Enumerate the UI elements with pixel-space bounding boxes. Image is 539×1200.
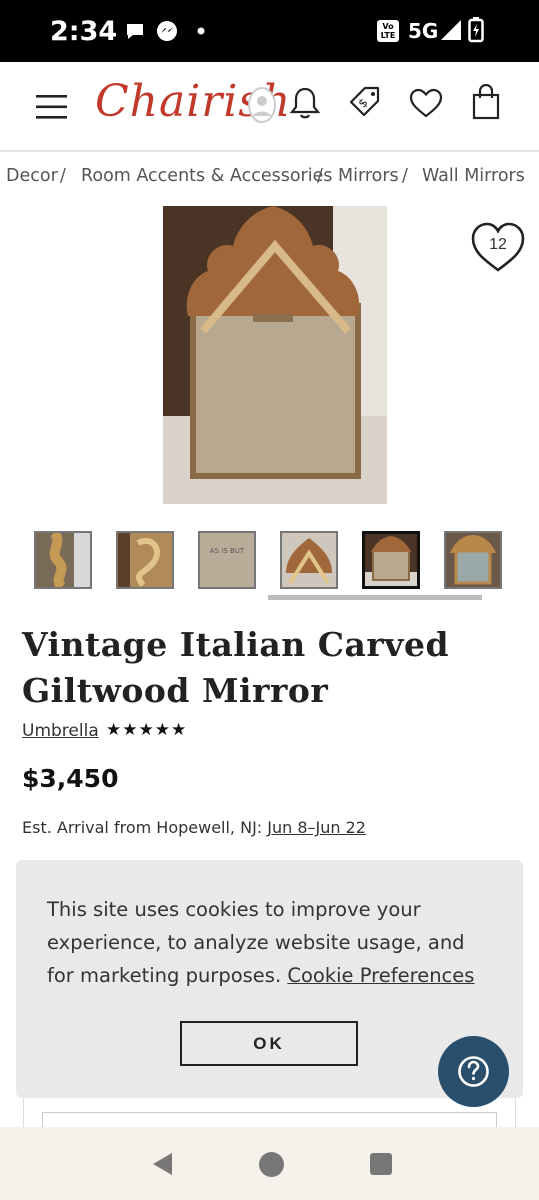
breadcrumb-mirrors[interactable]: Mirrors xyxy=(338,166,399,186)
seller-link[interactable]: Umbrella xyxy=(22,721,99,741)
favorite-button[interactable]: 12 xyxy=(470,220,526,274)
seller-rating-stars: ★★★★★ xyxy=(106,720,188,739)
product-thumbnail-selected[interactable] xyxy=(362,531,420,589)
svg-text:LTE: LTE xyxy=(381,31,396,40)
thumbnail-image xyxy=(118,533,172,587)
back-icon[interactable] xyxy=(150,1151,176,1177)
cookie-message: This site uses cookies to improve your e… xyxy=(47,893,497,992)
favorite-count: 12 xyxy=(489,236,507,253)
help-button[interactable] xyxy=(438,1036,509,1107)
arrival-dates-link[interactable]: Jun 8–Jun 22 xyxy=(267,818,366,837)
breadcrumb-separator: / xyxy=(60,166,66,186)
cookie-preferences-link[interactable]: Cookie Preferences xyxy=(287,964,474,987)
arrival-label: Est. Arrival from Hopewell, NJ: xyxy=(22,818,263,837)
network-type: 5G xyxy=(408,19,439,43)
breadcrumb-wall-mirrors[interactable]: Wall Mirrors xyxy=(422,166,525,186)
avatar-icon[interactable] xyxy=(247,86,277,124)
cookie-ok-button[interactable]: OK xyxy=(180,1021,358,1066)
system-nav-bar xyxy=(0,1127,539,1200)
recents-icon[interactable] xyxy=(369,1152,393,1176)
chat-bubble-icon xyxy=(127,24,143,39)
svg-text:Vo: Vo xyxy=(382,22,394,31)
product-price: $3,450 xyxy=(22,764,119,793)
price-tag-icon[interactable]: $ xyxy=(347,84,383,120)
thumbnail-image: AS IS BUT xyxy=(200,533,254,587)
product-main-image[interactable] xyxy=(163,206,387,504)
product-thumbnail[interactable] xyxy=(116,531,174,589)
bell-icon[interactable] xyxy=(289,86,321,120)
shopping-bag-icon[interactable] xyxy=(471,84,501,120)
product-thumbnail[interactable]: AS IS BUT xyxy=(198,531,256,589)
thumbnail-label: AS IS BUT xyxy=(210,547,245,555)
breadcrumb-room-accents[interactable]: Room Accents & Accessories xyxy=(81,166,332,186)
site-header: Chairish $ xyxy=(0,62,539,152)
mirror-back-photo xyxy=(163,206,387,504)
thumbnail-image xyxy=(282,533,336,587)
thumbnail-image xyxy=(36,533,90,587)
home-icon[interactable] xyxy=(258,1151,285,1178)
product-thumbnail[interactable] xyxy=(444,531,502,589)
purchase-panel xyxy=(23,1098,516,1132)
menu-icon[interactable] xyxy=(36,94,68,120)
breadcrumb-separator: / xyxy=(402,166,408,186)
signal-icon xyxy=(441,20,461,40)
product-thumbnail[interactable] xyxy=(280,531,338,589)
clock: 2:34 xyxy=(50,16,118,47)
battery-icon xyxy=(468,17,484,43)
volte-icon: Vo LTE xyxy=(377,20,399,42)
thumbnail-image xyxy=(365,534,417,586)
product-title: Vintage Italian Carved Giltwood Mirror xyxy=(22,625,450,710)
estimated-arrival: Est. Arrival from Hopewell, NJ: Jun 8–Ju… xyxy=(22,818,366,837)
thumbnail-image xyxy=(446,533,500,587)
product-thumbnail[interactable] xyxy=(34,531,92,589)
thumbnail-scrollbar[interactable] xyxy=(268,595,482,600)
heart-icon[interactable] xyxy=(409,88,443,118)
breadcrumb: Decor / Room Accents & Accessories / Mir… xyxy=(0,166,539,192)
question-icon xyxy=(458,1056,489,1087)
breadcrumb-separator: / xyxy=(317,166,323,186)
status-bar: 2:34 Vo LTE 5G xyxy=(0,0,539,62)
breadcrumb-decor[interactable]: Decor xyxy=(6,166,58,186)
notification-dot-icon xyxy=(197,27,205,35)
messenger-icon xyxy=(157,21,177,41)
